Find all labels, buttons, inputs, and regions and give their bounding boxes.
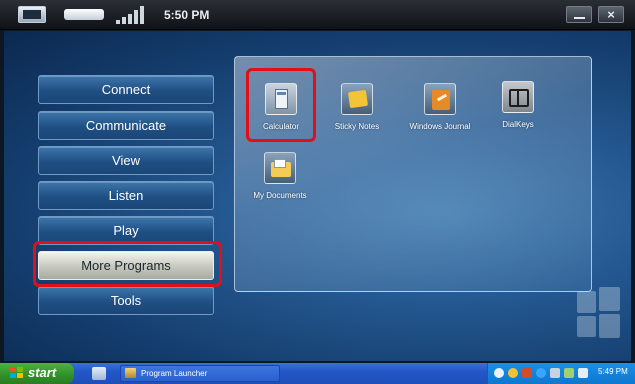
start-button[interactable]: start <box>0 363 74 384</box>
start-label: start <box>28 365 57 380</box>
program-label: Sticky Notes <box>334 122 380 131</box>
program-windows-journal[interactable]: Windows Journal <box>400 83 480 131</box>
system-tray: 5:49 PM <box>487 363 635 384</box>
menu-connect-button[interactable]: Connect <box>38 75 214 104</box>
taskbar: start Program Launcher 5:49 PM <box>0 363 635 384</box>
window-frame: 5:50 PM × Connect Communicate View Liste… <box>0 0 635 384</box>
calculator-highlight <box>246 68 316 142</box>
program-label: DialKeys <box>502 120 534 129</box>
tablet-icon[interactable] <box>550 368 560 378</box>
program-my-documents[interactable]: My Documents <box>240 152 320 200</box>
my-documents-icon <box>264 152 296 184</box>
status-time: 5:50 PM <box>164 8 210 22</box>
menu-communicate-button[interactable]: Communicate <box>38 111 214 140</box>
close-button[interactable]: × <box>598 6 624 23</box>
windows-journal-icon <box>424 83 456 115</box>
program-launcher-icon <box>125 368 136 378</box>
menu-view-button[interactable]: View <box>38 146 214 175</box>
power-icon[interactable] <box>564 368 574 378</box>
quick-launch-icon[interactable] <box>92 367 106 380</box>
program-label: Windows Journal <box>409 122 471 131</box>
screen-icon[interactable] <box>18 6 46 23</box>
security-icon[interactable] <box>508 368 518 378</box>
top-status-bar: 5:50 PM × <box>0 0 635 30</box>
windows-flag-icon <box>10 367 24 379</box>
taskbar-item-program-launcher[interactable]: Program Launcher <box>120 365 280 382</box>
minimize-button[interactable] <box>566 6 592 23</box>
program-dialkeys[interactable]: DialKeys <box>478 81 558 129</box>
dialkeys-icon <box>502 81 534 113</box>
signal-icon[interactable] <box>116 5 150 24</box>
program-sticky-notes[interactable]: Sticky Notes <box>317 83 397 131</box>
menu-tools-button[interactable]: Tools <box>38 286 214 315</box>
network-icon[interactable] <box>494 368 504 378</box>
more-programs-highlight <box>33 241 222 287</box>
taskbar-item-label: Program Launcher <box>141 369 208 378</box>
taskbar-clock: 5:49 PM <box>598 367 628 376</box>
volume-icon[interactable] <box>522 368 532 378</box>
bluetooth-icon[interactable] <box>536 368 546 378</box>
sticky-notes-icon <box>341 83 373 115</box>
menu-listen-button[interactable]: Listen <box>38 181 214 210</box>
display-icon[interactable] <box>578 368 588 378</box>
battery-icon[interactable] <box>64 9 104 20</box>
program-label: My Documents <box>253 191 307 200</box>
